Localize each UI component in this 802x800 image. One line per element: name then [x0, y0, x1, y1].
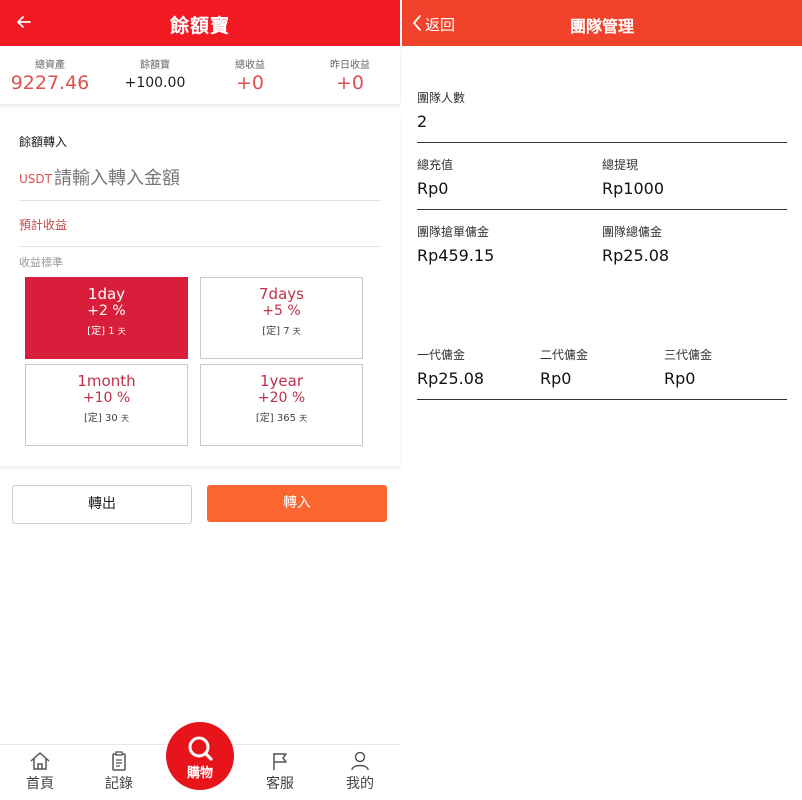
stat-value: +0: [235, 72, 264, 94]
home-icon: [30, 752, 50, 770]
tab-shop-button[interactable]: 購物: [166, 722, 234, 790]
plan-name: 1month: [77, 372, 136, 390]
stat-label: 餘額寶: [140, 60, 170, 71]
plan-duration: [定] 1 天: [87, 326, 126, 337]
stat-value: 9227.46: [10, 72, 90, 94]
total-withdraw-label: 總提現: [602, 158, 639, 172]
team-total-commission-value: Rp25.08: [602, 246, 670, 265]
stat-label: 總收益: [235, 60, 265, 71]
team-management-screen: 返回 團隊管理 團隊人數 2 總充值 Rp0 總提現 Rp1000 團隊搶單傭金…: [402, 0, 802, 800]
transfer-out-button[interactable]: 轉出: [12, 485, 192, 524]
balance-treasure-screen: 餘額寶 總資產 9227.46 餘額寶 +100.00 總收益 +0 昨日收益 …: [0, 0, 400, 800]
plan-rate: +2 %: [87, 303, 126, 319]
flag-icon: [273, 753, 287, 770]
total-withdraw-value: Rp1000: [602, 179, 664, 198]
transfer-in-button[interactable]: 轉入: [207, 485, 387, 522]
stat-balance-treasure: 餘額寶 +100.00: [105, 56, 205, 91]
stat-label: 昨日收益: [330, 60, 370, 71]
page-title: 團隊管理: [569, 17, 634, 36]
plan-name: 7days: [259, 285, 304, 303]
header-bar: 返回 團隊管理: [402, 0, 802, 46]
plan-duration: [定] 30 天: [84, 413, 129, 424]
plan-name: 1year: [259, 372, 303, 390]
page-title: 餘額寶: [169, 15, 230, 37]
plan-duration: [定] 365 天: [255, 413, 308, 424]
clipboard-icon: [112, 751, 126, 771]
team-count-label: 團隊人數: [417, 91, 466, 105]
stat-label: 總資產: [35, 60, 65, 71]
stat-yesterday-earnings: 昨日收益 +0: [300, 56, 400, 94]
plan-name: 1day: [87, 285, 126, 303]
tab-home[interactable]: 首頁: [10, 751, 70, 793]
transfer-in-heading: 餘額轉入: [19, 135, 68, 149]
stats-bar: 總資產 9227.46 餘額寶 +100.00 總收益 +0 昨日收益 +0: [0, 46, 400, 104]
transfer-card: 餘額轉入 USDT 預計收益 收益標準 1day +2 % [定] 1 天 7d…: [0, 114, 400, 466]
user-icon: [351, 751, 369, 771]
plan-rate: +5 %: [262, 303, 301, 319]
earnings-standard-label: 收益標準: [19, 256, 63, 269]
search-icon: [188, 736, 213, 761]
plan-option-7days[interactable]: 7days +5 % [定] 7 天: [200, 277, 363, 359]
team-count-value: 2: [417, 112, 428, 131]
team-total-commission-label: 團隊總傭金: [602, 225, 663, 239]
total-recharge-value: Rp0: [417, 179, 449, 198]
plan-rate: +10 %: [82, 390, 131, 406]
gen1-commission-label: 一代傭金: [417, 348, 466, 362]
plan-duration: [定] 7 天: [262, 326, 301, 337]
team-grab-commission-value: Rp459.15: [417, 246, 495, 265]
gen2-commission-value: Rp0: [540, 369, 572, 388]
tab-label: 首頁: [26, 776, 54, 792]
gen3-commission-label: 三代傭金: [664, 348, 713, 362]
total-recharge-label: 總充值: [417, 158, 454, 172]
divider: [19, 200, 381, 201]
header-bar: 餘額寶: [0, 0, 400, 46]
amount-input[interactable]: [54, 164, 374, 192]
tab-label: 記錄: [105, 776, 133, 792]
plan-option-1year[interactable]: 1year +20 % [定] 365 天: [200, 364, 363, 446]
team-grab-commission-label: 團隊搶單傭金: [417, 225, 490, 239]
tab-records[interactable]: 記錄: [89, 751, 149, 793]
stat-total-earnings: 總收益 +0: [200, 56, 300, 94]
divider: [417, 399, 787, 400]
tab-mine[interactable]: 我的: [330, 751, 390, 793]
divider: [417, 209, 787, 210]
plan-option-1day[interactable]: 1day +2 % [定] 1 天: [25, 277, 188, 359]
gen3-commission-value: Rp0: [664, 369, 696, 388]
estimated-earnings-label: 預計收益: [19, 218, 68, 232]
stat-value: +0: [335, 72, 364, 94]
tab-label: 我的: [346, 776, 374, 792]
gen1-commission-value: Rp25.08: [417, 369, 485, 388]
stat-total-assets: 總資產 9227.46: [0, 56, 100, 94]
gen2-commission-label: 二代傭金: [540, 348, 589, 362]
divider: [19, 246, 381, 247]
plan-option-1month[interactable]: 1month +10 % [定] 30 天: [25, 364, 188, 446]
plan-rate: +20 %: [257, 390, 306, 406]
stat-value: +100.00: [124, 75, 186, 91]
divider: [417, 142, 787, 143]
tab-service[interactable]: 客服: [250, 751, 310, 793]
tab-label: 購物: [186, 766, 213, 781]
tab-label: 客服: [266, 776, 294, 792]
currency-label: USDT: [19, 172, 52, 186]
